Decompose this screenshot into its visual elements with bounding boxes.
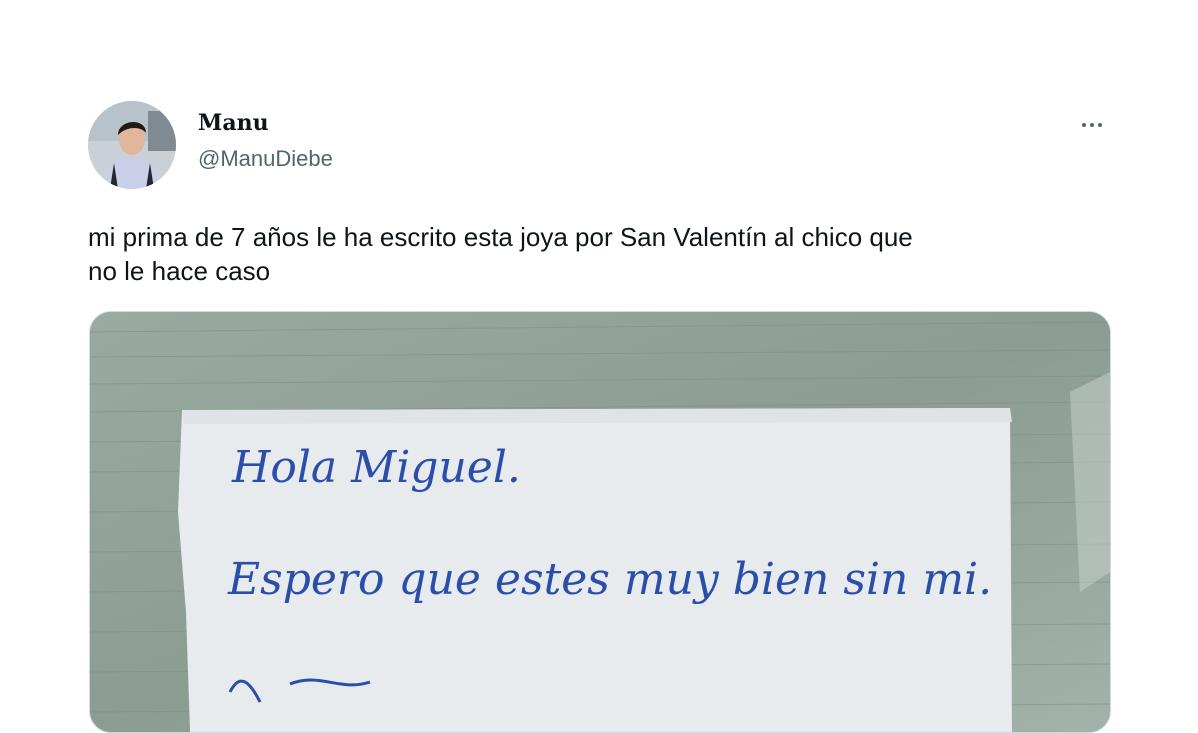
more-options-button[interactable] bbox=[1070, 108, 1114, 142]
tweet-text: mi prima de 7 años le ha escrito esta jo… bbox=[88, 222, 913, 286]
avatar-photo bbox=[88, 101, 176, 189]
note-line-2: Espero que estes muy bien sin mi. bbox=[227, 554, 992, 605]
tweet-media-image[interactable]: Hola Miguel. Espero que estes muy bien s… bbox=[89, 311, 1111, 733]
more-horizontal-icon bbox=[1082, 123, 1086, 127]
note-line-1: Hola Miguel. bbox=[231, 442, 521, 493]
tweet-card: Manu @ManuDiebe mi prima de 7 años le ha… bbox=[0, 0, 1198, 733]
author-handle[interactable]: @ManuDiebe bbox=[198, 146, 333, 172]
note-photo: Hola Miguel. Espero que estes muy bien s… bbox=[90, 312, 1110, 732]
author-display-name[interactable]: Manu bbox=[198, 110, 269, 136]
more-dot bbox=[1098, 123, 1102, 127]
author-avatar[interactable] bbox=[88, 101, 176, 189]
more-dot bbox=[1090, 123, 1094, 127]
